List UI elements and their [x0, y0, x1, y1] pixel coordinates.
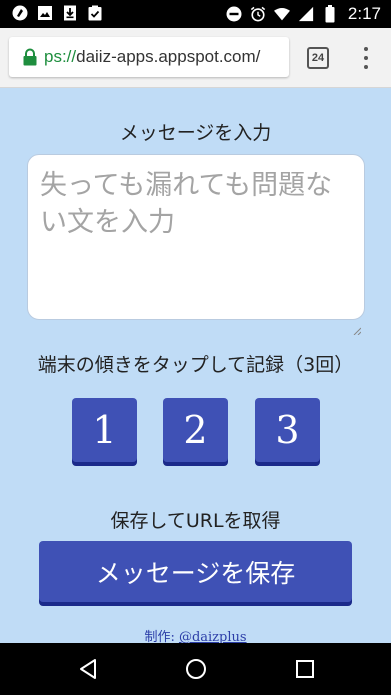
record-button-2[interactable]: 2	[163, 398, 228, 462]
message-label: メッセージを入力	[119, 122, 272, 144]
status-left-icons	[12, 5, 103, 21]
message-textarea[interactable]: 失っても漏れても問題ない文を入力	[27, 154, 365, 336]
main-content: メッセージを入力 失っても漏れても問題ない文を入力 端末の傾きをタップして記録（…	[0, 88, 391, 645]
clipboard-check-icon	[87, 5, 103, 21]
record-button-1[interactable]: 1	[72, 398, 137, 462]
status-bar: 2:17	[0, 0, 391, 28]
image-icon	[37, 5, 53, 21]
url-host: daiiz-apps.appspot.com/	[76, 47, 261, 66]
app-icon	[12, 5, 28, 21]
resize-grip-icon[interactable]	[353, 308, 362, 336]
status-time: 2:17	[347, 4, 381, 23]
tab-switcher-button[interactable]: 24	[307, 47, 329, 69]
url-text[interactable]: ps://daiiz-apps.appspot.com/	[44, 47, 260, 67]
record-button-3[interactable]: 3	[255, 398, 320, 462]
alarm-icon	[250, 6, 266, 22]
status-right-icons: 2:17	[226, 4, 381, 24]
signal-icon	[298, 6, 314, 22]
overflow-menu-icon[interactable]	[358, 45, 374, 71]
recents-icon[interactable]	[293, 657, 317, 681]
save-message-button[interactable]: メッセージを保存	[39, 541, 352, 602]
wifi-icon	[273, 6, 290, 22]
textarea-placeholder: 失っても漏れても問題ない文を入力	[40, 170, 333, 238]
navigation-bar	[0, 643, 391, 695]
browser-toolbar: ps://daiiz-apps.appspot.com/ 24	[0, 28, 391, 88]
tilt-label: 端末の傾きをタップして記録（3回）	[37, 354, 354, 376]
do-not-disturb-icon	[226, 6, 242, 22]
address-bar[interactable]: ps://daiiz-apps.appspot.com/	[9, 37, 289, 77]
lock-icon	[22, 48, 38, 66]
home-icon[interactable]	[184, 657, 208, 681]
save-label: 保存してURLを取得	[110, 510, 281, 532]
battery-icon	[322, 5, 338, 23]
back-icon[interactable]	[76, 657, 100, 681]
url-scheme: ps://	[44, 47, 77, 66]
download-icon	[62, 5, 78, 21]
